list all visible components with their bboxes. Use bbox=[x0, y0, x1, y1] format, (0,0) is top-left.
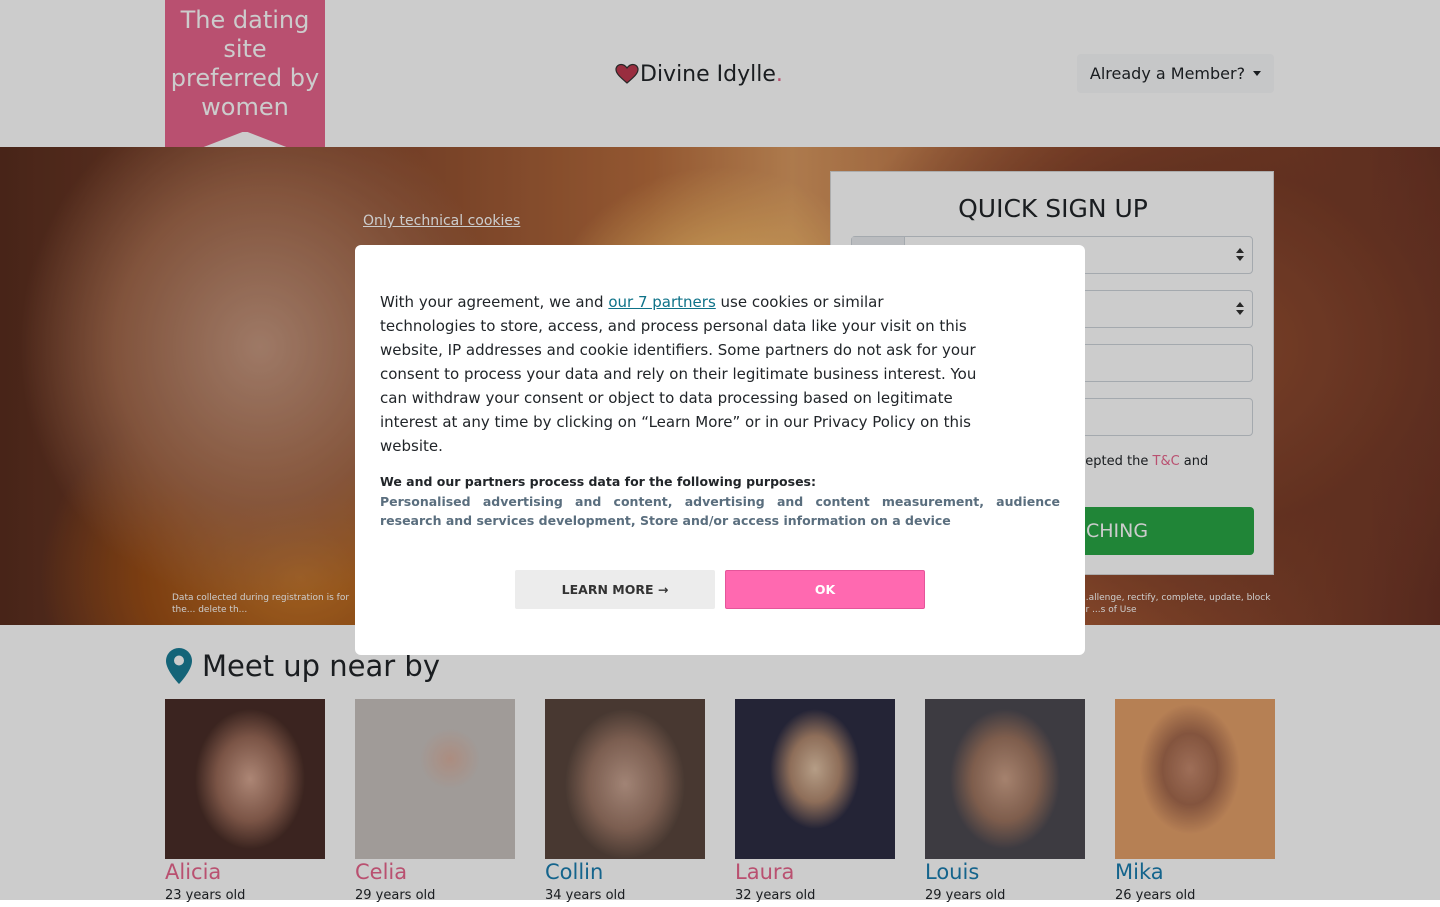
consent-overlay: With your agreement, we and our 7 partne… bbox=[0, 0, 1440, 900]
consent-intro-after: use cookies or similar technologies to s… bbox=[380, 293, 977, 455]
purposes-list: Personalised advertising and content, ad… bbox=[380, 494, 1060, 528]
page: The dating site preferred by women Divin… bbox=[0, 0, 1440, 903]
consent-dialog: With your agreement, we and our 7 partne… bbox=[355, 245, 1085, 655]
ok-button[interactable]: OK bbox=[725, 570, 925, 609]
purposes-heading: We and our partners process data for the… bbox=[380, 474, 816, 489]
partners-link[interactable]: our 7 partners bbox=[608, 293, 715, 311]
consent-intro-before: With your agreement, we and bbox=[380, 293, 609, 311]
learn-more-button[interactable]: LEARN MORE → bbox=[515, 570, 715, 609]
consent-intro: With your agreement, we and our 7 partne… bbox=[380, 290, 980, 458]
